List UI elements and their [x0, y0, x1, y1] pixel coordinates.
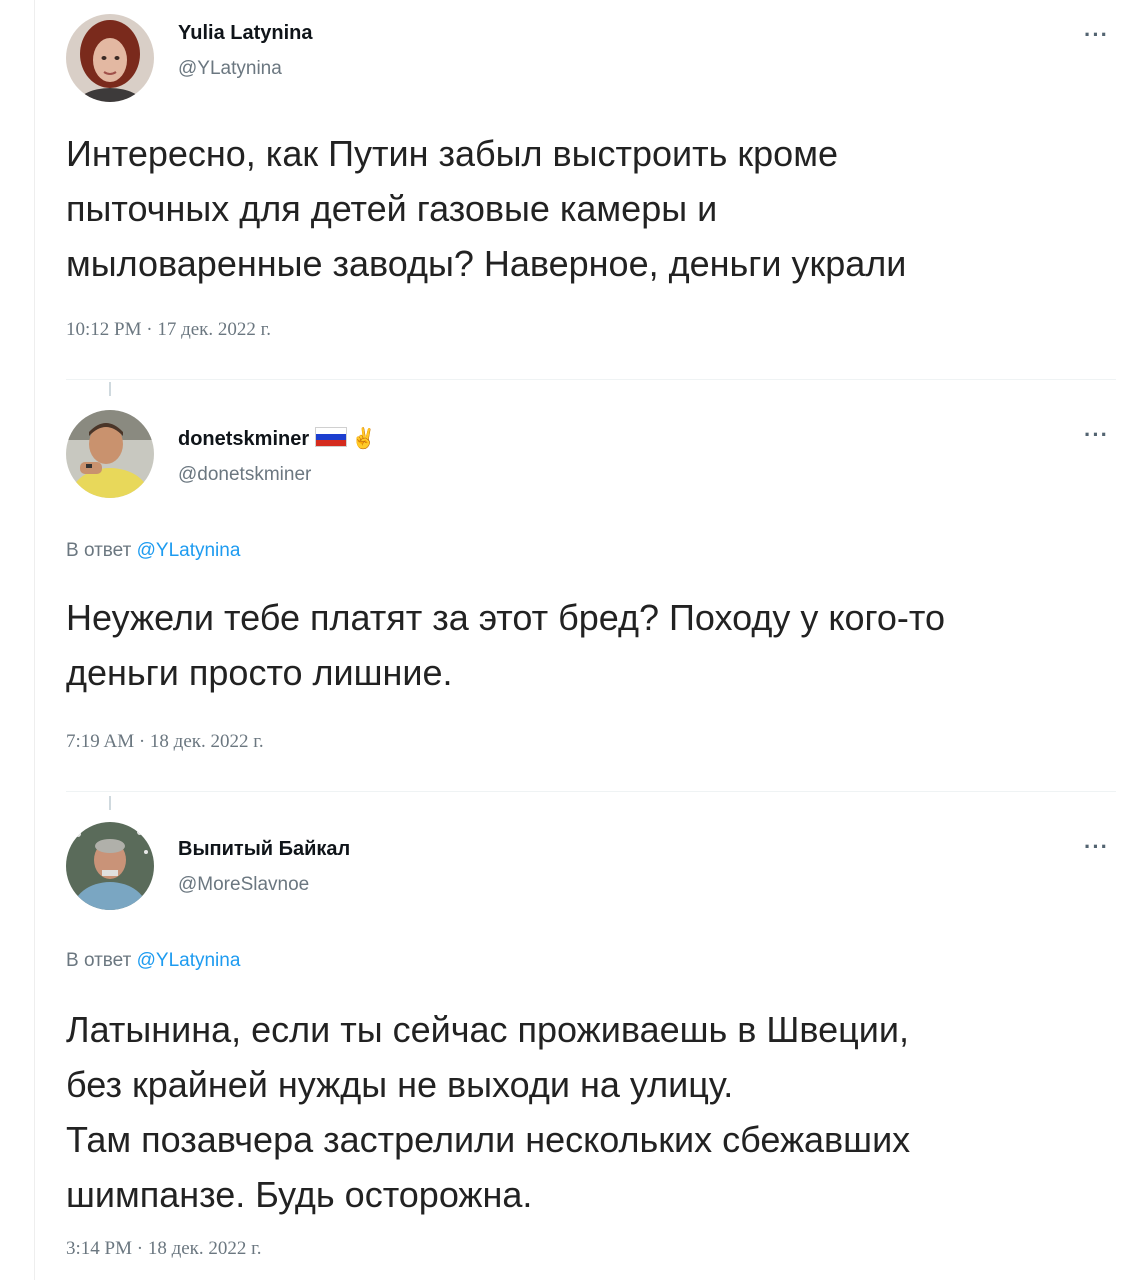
tweet-2[interactable]: donetskminer ✌ @donetskminer ··· В ответ … [0, 380, 1144, 792]
victory-hand-icon: ✌ [351, 428, 377, 450]
tweet-text: Интересно, как Путин забыл выстроить кро… [66, 133, 907, 284]
more-options-icon[interactable]: ··· [1084, 24, 1109, 46]
display-name[interactable]: Yulia Latynina [178, 22, 312, 45]
reply-mention-link[interactable]: @YLatynina [137, 540, 241, 561]
display-name[interactable]: Выпитый Байкал [178, 838, 350, 861]
avatar[interactable] [66, 410, 154, 498]
more-options-icon[interactable]: ··· [1084, 836, 1109, 858]
user-handle[interactable]: @donetskminer [178, 464, 311, 486]
replying-to: В ответ @YLatynina [66, 540, 240, 562]
reply-prefix: В ответ [66, 540, 132, 561]
tweet-1[interactable]: Yulia Latynina @YLatynina ··· Интересно,… [0, 0, 1144, 380]
reply-mention-link[interactable]: @YLatynina [137, 950, 241, 971]
tweet-timestamp[interactable]: 10:12 PM · 17 дек. 2022 г. [66, 319, 271, 341]
replying-to: В ответ @YLatynina [66, 950, 240, 972]
russian-flag-icon [315, 427, 348, 447]
tweet-text: Латынина, если ты сейчас проживаешь в Шв… [66, 1009, 911, 1215]
user-handle[interactable]: @MoreSlavnoe [178, 874, 309, 896]
more-options-icon[interactable]: ··· [1084, 424, 1109, 446]
tweet-text: Неужели тебе платят за этот бред? Походу… [66, 597, 945, 693]
display-name[interactable]: donetskminer [178, 428, 309, 450]
tweet-timestamp[interactable]: 3:14 PM · 18 дек. 2022 г. [66, 1238, 262, 1260]
display-name-row: donetskminer ✌ [178, 426, 376, 451]
reply-prefix: В ответ [66, 950, 132, 971]
avatar[interactable] [66, 14, 154, 102]
tweet-timestamp[interactable]: 7:19 AM · 18 дек. 2022 г. [66, 731, 264, 753]
user-handle[interactable]: @YLatynina [178, 58, 282, 80]
tweet-3[interactable]: Выпитый Байкал @MoreSlavnoe ··· В ответ … [0, 792, 1144, 1280]
avatar[interactable] [66, 822, 154, 910]
